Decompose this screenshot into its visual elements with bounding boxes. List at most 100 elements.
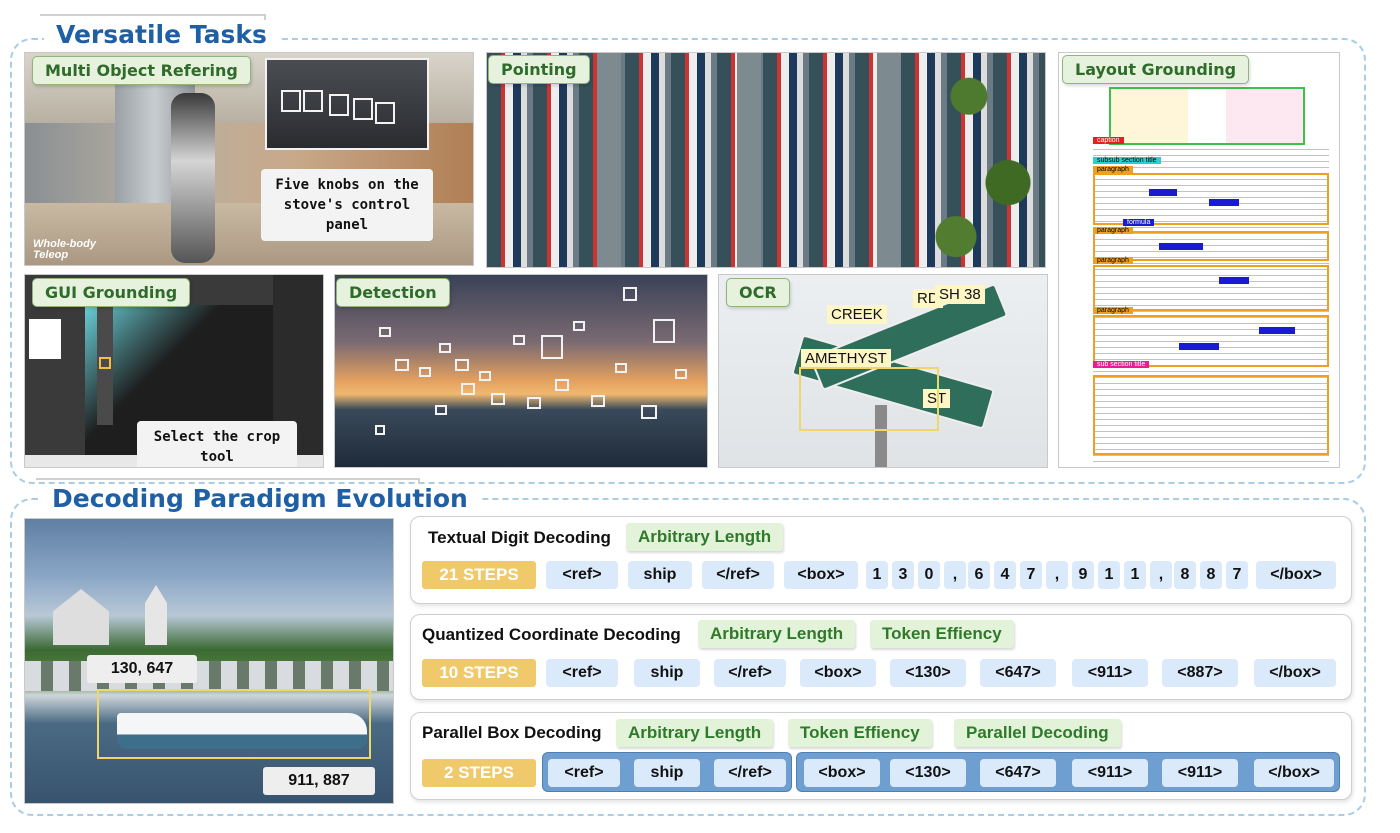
bird-box xyxy=(461,383,475,395)
bird-box xyxy=(479,371,491,381)
bird-box xyxy=(527,397,541,409)
multi-object-tag: Multi Object Refering xyxy=(32,56,251,85)
bird-box xyxy=(375,425,385,435)
bird-box xyxy=(419,367,431,377)
knob-box xyxy=(281,90,301,112)
ref-close-token: </ref> xyxy=(714,659,786,687)
knob-box xyxy=(303,90,323,112)
digit-token: 1 xyxy=(866,561,888,589)
bird-box xyxy=(615,363,627,373)
parking-lane xyxy=(737,53,761,267)
ref-close-token: </ref> xyxy=(702,561,774,589)
arbitrary-length-badge: Arbitrary Length xyxy=(626,523,784,551)
pointing-panel xyxy=(486,52,1046,268)
decoding-title: Decoding Paradigm Evolution xyxy=(40,484,480,513)
bird-box xyxy=(435,405,447,415)
quantized-coordinate-title: Quantized Coordinate Decoding xyxy=(422,625,681,644)
bird-box xyxy=(573,321,585,331)
box-close-token: </box> xyxy=(1254,659,1336,687)
comma-token: , xyxy=(1046,561,1068,589)
token-efficiency-badge: Token Effiency xyxy=(788,719,932,747)
digit-token: 8 xyxy=(1174,561,1196,589)
textual-digit-title: Textual Digit Decoding xyxy=(428,528,611,547)
formula-box xyxy=(1219,277,1249,284)
layout-label-subsection: sub section title xyxy=(1093,361,1150,368)
knob-box xyxy=(353,98,373,120)
box-token: <box> xyxy=(784,561,858,589)
bird-box xyxy=(653,319,675,343)
ship-token: ship xyxy=(628,561,692,589)
paragraph-region xyxy=(1093,375,1329,455)
gui-caption: Select the crop tool xyxy=(137,421,297,467)
detection-tag: Detection xyxy=(336,278,450,307)
layout-label-paragraph: paragraph xyxy=(1093,307,1133,314)
coord-token: <911> xyxy=(1072,759,1148,787)
ref-token: <ref> xyxy=(546,561,618,589)
multi-object-caption-text: Five knobs on the stove's control panel xyxy=(275,177,419,233)
ocr-word-creek: CREEK xyxy=(827,305,887,324)
ocr-word-amethyst: AMETHYST xyxy=(801,349,891,368)
steps-badge: 10 STEPS xyxy=(422,659,536,687)
layout-label-paragraph: paragraph xyxy=(1093,166,1133,173)
knob-box xyxy=(329,94,349,116)
ship-bounding-box xyxy=(97,689,371,759)
bird-box xyxy=(395,359,409,371)
ref-token: <ref> xyxy=(546,659,618,687)
digit-token: 1 xyxy=(1124,561,1146,589)
bird-box xyxy=(641,405,657,419)
bird-box xyxy=(455,359,469,371)
paragraph-region xyxy=(1093,315,1329,367)
coord-token: <130> xyxy=(890,659,966,687)
arbitrary-length-badge: Arbitrary Length xyxy=(616,719,774,747)
ship-token: ship xyxy=(634,759,700,787)
multi-object-caption: Five knobs on the stove's control panel xyxy=(261,169,433,241)
bird-box xyxy=(491,393,505,405)
top-left-coord: 130, 647 xyxy=(87,655,197,683)
ocr-region xyxy=(799,367,939,431)
arbitrary-length-badge: Arbitrary Length xyxy=(698,620,856,648)
digit-token: 4 xyxy=(994,561,1016,589)
coord-token: <911> xyxy=(1072,659,1148,687)
layout-label-paragraph: paragraph xyxy=(1093,227,1133,234)
bird-box xyxy=(623,287,637,301)
digit-token: 8 xyxy=(1200,561,1222,589)
ref-token: <ref> xyxy=(548,759,620,787)
coord-token: <887> xyxy=(1162,659,1238,687)
layout-label-caption: caption xyxy=(1093,137,1124,144)
digit-token: 1 xyxy=(1098,561,1120,589)
layout-grounding-tag: Layout Grounding xyxy=(1062,55,1250,84)
digit-token: 0 xyxy=(918,561,940,589)
versatile-tasks-title: Versatile Tasks xyxy=(44,20,279,49)
parking-lane xyxy=(597,53,621,267)
layout-label-paragraph: paragraph xyxy=(1093,257,1133,264)
robot xyxy=(171,93,215,263)
formula-box xyxy=(1149,189,1177,196)
formula-box xyxy=(1179,343,1219,350)
digit-token: 3 xyxy=(892,561,914,589)
gui-thumbnail xyxy=(29,319,61,359)
layout-label-subsub: subsub section title xyxy=(1093,157,1161,164)
church-tower xyxy=(145,585,167,645)
paragraph-region xyxy=(1093,265,1329,311)
ocr-word-sh38: SH 38 xyxy=(935,285,985,304)
parallel-box-title: Parallel Box Decoding xyxy=(422,723,602,742)
teleop-watermark: Whole-body Teleop xyxy=(33,239,96,261)
box-close-token: </box> xyxy=(1256,561,1336,589)
bird-box xyxy=(591,395,605,407)
coord-token: <911> xyxy=(1162,759,1238,787)
ref-close-token: </ref> xyxy=(714,759,786,787)
formula-box xyxy=(1209,199,1239,206)
token-efficiency-badge: Token Effiency xyxy=(870,620,1014,648)
pointing-tag: Pointing xyxy=(488,55,590,84)
crop-tool-highlight xyxy=(99,357,111,369)
ocr-tag: OCR xyxy=(726,278,790,307)
watermark-line-2: Teleop xyxy=(33,249,69,261)
digit-token: 7 xyxy=(1020,561,1042,589)
steps-badge: 21 STEPS xyxy=(422,561,536,589)
layout-panel: caption subsub section title paragraph f… xyxy=(1058,52,1340,468)
box-token: <box> xyxy=(804,759,880,787)
parking-lane xyxy=(877,53,901,267)
formula-box xyxy=(1259,327,1295,334)
arcade-bridge xyxy=(25,661,393,691)
bird-box xyxy=(675,369,687,379)
